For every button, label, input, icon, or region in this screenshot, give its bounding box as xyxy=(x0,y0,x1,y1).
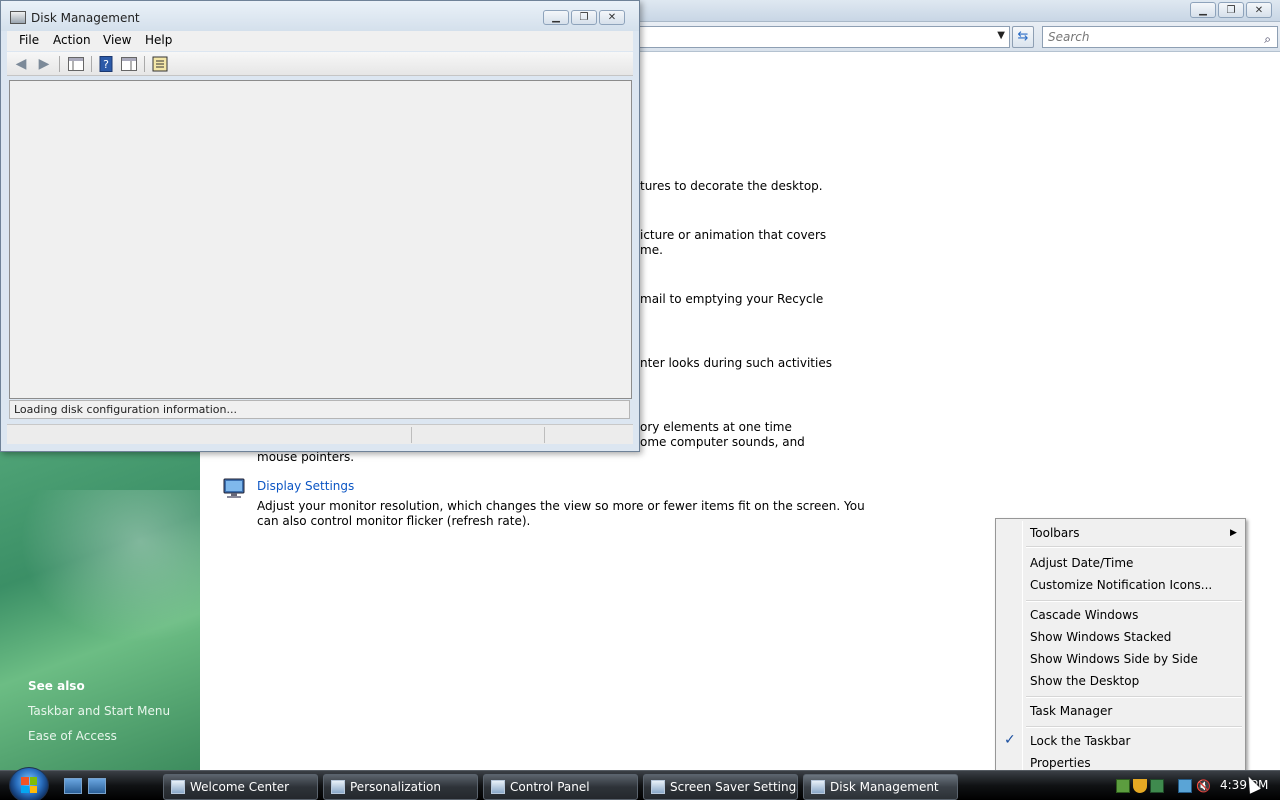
taskbar-button-disk-management[interactable]: Disk Management xyxy=(803,774,958,800)
menu-item-lock-taskbar[interactable]: Lock the Taskbar xyxy=(1030,734,1131,748)
status-bar-segment xyxy=(544,427,545,443)
taskbar-button-control-panel[interactable]: Control Panel xyxy=(483,774,638,800)
loading-status: Loading disk configuration information..… xyxy=(9,400,630,419)
disk-management-window: Disk Management ▁ ❐ ✕ File Action View H… xyxy=(0,0,640,452)
tray-network-status-icon[interactable] xyxy=(1178,779,1192,793)
disk-management-titlebar: Disk Management ▁ ❐ ✕ xyxy=(1,1,639,31)
see-also-heading: See also xyxy=(28,679,85,693)
tray-network-icon[interactable] xyxy=(1116,779,1130,793)
taskbar-button-label: Personalization xyxy=(350,780,441,794)
taskbar-button-label: Control Panel xyxy=(510,780,590,794)
taskbar-button-label: Disk Management xyxy=(830,780,939,794)
task-description-5: ory elements at one time xyxy=(640,420,792,434)
taskbar-button-personalization[interactable]: Personalization xyxy=(323,774,478,800)
console-tree-icon[interactable] xyxy=(67,56,85,72)
menu-action[interactable]: Action xyxy=(53,33,91,47)
forward-arrow-icon[interactable]: ▶ xyxy=(35,56,53,72)
taskbar-context-menu: Toolbars ▶ Adjust Date/Time Customize No… xyxy=(995,518,1246,775)
task-description-3: mail to emptying your Recycle xyxy=(640,292,824,306)
volume-muted-icon[interactable]: 🔇 xyxy=(1196,779,1211,793)
refresh-button[interactable]: ⇆ xyxy=(1012,26,1034,48)
menu-bar: File Action View Help xyxy=(7,31,633,51)
display-settings-desc-2: can also control monitor flicker (refres… xyxy=(257,514,531,528)
screen-saver-icon xyxy=(651,780,665,794)
sidebar-decoration xyxy=(0,490,200,660)
toolbar-separator xyxy=(91,56,92,72)
menu-separator xyxy=(1026,546,1242,548)
switch-windows-icon[interactable] xyxy=(88,778,106,794)
ease-of-access-link[interactable]: Ease of Access xyxy=(28,729,117,743)
task-description-5c: mouse pointers. xyxy=(257,450,355,464)
window-title: Disk Management xyxy=(31,11,140,25)
show-hide-icon[interactable] xyxy=(120,56,138,72)
show-desktop-icon[interactable] xyxy=(64,778,82,794)
task-description-1: tures to decorate the desktop. xyxy=(640,179,823,193)
task-description-2b: me. xyxy=(640,243,663,257)
minimize-button[interactable]: ▁ xyxy=(543,10,569,25)
menu-item-customize-notification-icons[interactable]: Customize Notification Icons... xyxy=(1030,578,1212,592)
properties-icon[interactable] xyxy=(151,56,169,72)
task-description-5b: ome computer sounds, and xyxy=(640,435,805,449)
menu-item-cascade-windows[interactable]: Cascade Windows xyxy=(1030,608,1138,622)
task-description-4: nter looks during such activities xyxy=(640,356,832,370)
tray-update-icon[interactable] xyxy=(1150,779,1164,793)
menu-file[interactable]: File xyxy=(19,33,39,47)
taskbar-button-label: Welcome Center xyxy=(190,780,290,794)
start-button[interactable] xyxy=(9,767,49,800)
address-bar[interactable]: ▼ xyxy=(638,26,1010,48)
welcome-center-icon xyxy=(171,780,185,794)
sidebar: See also Taskbar and Start Menu Ease of … xyxy=(0,450,200,770)
toolbar-separator xyxy=(59,56,60,72)
menu-item-adjust-date-time[interactable]: Adjust Date/Time xyxy=(1030,556,1133,570)
control-panel-icon xyxy=(491,780,505,794)
menu-item-task-manager[interactable]: Task Manager xyxy=(1030,704,1112,718)
checkmark-icon: ✓ xyxy=(1004,732,1016,748)
back-arrow-icon[interactable]: ◀ xyxy=(12,56,30,72)
tray-security-shield-icon[interactable] xyxy=(1133,779,1147,793)
toolbar: ◀ ▶ ? xyxy=(7,52,633,76)
personalization-icon xyxy=(331,780,345,794)
search-input[interactable]: Search ⌕ xyxy=(1042,26,1278,48)
search-icon[interactable]: ⌕ xyxy=(1264,29,1271,49)
personalization-window-controls: ▁ ❐ ✕ xyxy=(1190,2,1272,18)
display-settings-icon[interactable] xyxy=(222,478,246,500)
display-settings-link[interactable]: Display Settings xyxy=(257,479,354,493)
disk-management-app-icon xyxy=(10,11,26,24)
menu-separator xyxy=(1026,696,1242,698)
status-bar xyxy=(7,424,633,444)
search-placeholder: Search xyxy=(1048,30,1090,44)
taskbar: Welcome Center Personalization Control P… xyxy=(0,767,1280,800)
disk-management-content xyxy=(9,80,632,399)
taskbar-button-label: Screen Saver Settings xyxy=(670,780,798,794)
menu-item-toolbars[interactable]: Toolbars xyxy=(1030,526,1079,540)
menu-gutter xyxy=(1022,521,1023,772)
menu-view[interactable]: View xyxy=(103,33,131,47)
windows-logo-icon xyxy=(21,777,37,793)
menu-separator xyxy=(1026,600,1242,602)
menu-help[interactable]: Help xyxy=(145,33,172,47)
taskbar-start-menu-link[interactable]: Taskbar and Start Menu xyxy=(28,704,170,718)
taskbar-button-welcome-center[interactable]: Welcome Center xyxy=(163,774,318,800)
toolbar-separator xyxy=(144,56,145,72)
restore-button[interactable]: ❐ xyxy=(1218,2,1244,18)
menu-separator xyxy=(1026,726,1242,728)
menu-item-show-windows-stacked[interactable]: Show Windows Stacked xyxy=(1030,630,1171,644)
maximize-button[interactable]: ❐ xyxy=(571,10,597,25)
minimize-button[interactable]: ▁ xyxy=(1190,2,1216,18)
task-description-2: icture or animation that covers xyxy=(640,228,827,242)
menu-item-show-windows-side-by-side[interactable]: Show Windows Side by Side xyxy=(1030,652,1198,666)
svg-text:?: ? xyxy=(103,58,109,71)
disk-management-icon xyxy=(811,780,825,794)
display-settings-desc-1: Adjust your monitor resolution, which ch… xyxy=(257,499,865,513)
submenu-arrow-icon: ▶ xyxy=(1230,528,1237,538)
menu-item-properties[interactable]: Properties xyxy=(1030,756,1091,770)
disk-management-window-controls: ▁ ❐ ✕ xyxy=(543,10,625,25)
taskbar-button-screen-saver-settings[interactable]: Screen Saver Settings xyxy=(643,774,798,800)
status-bar-segment xyxy=(411,427,412,443)
menu-item-show-desktop[interactable]: Show the Desktop xyxy=(1030,674,1139,688)
close-button[interactable]: ✕ xyxy=(1246,2,1272,18)
close-button[interactable]: ✕ xyxy=(599,10,625,25)
help-icon[interactable]: ? xyxy=(97,56,115,72)
chevron-down-icon[interactable]: ▼ xyxy=(997,30,1005,41)
